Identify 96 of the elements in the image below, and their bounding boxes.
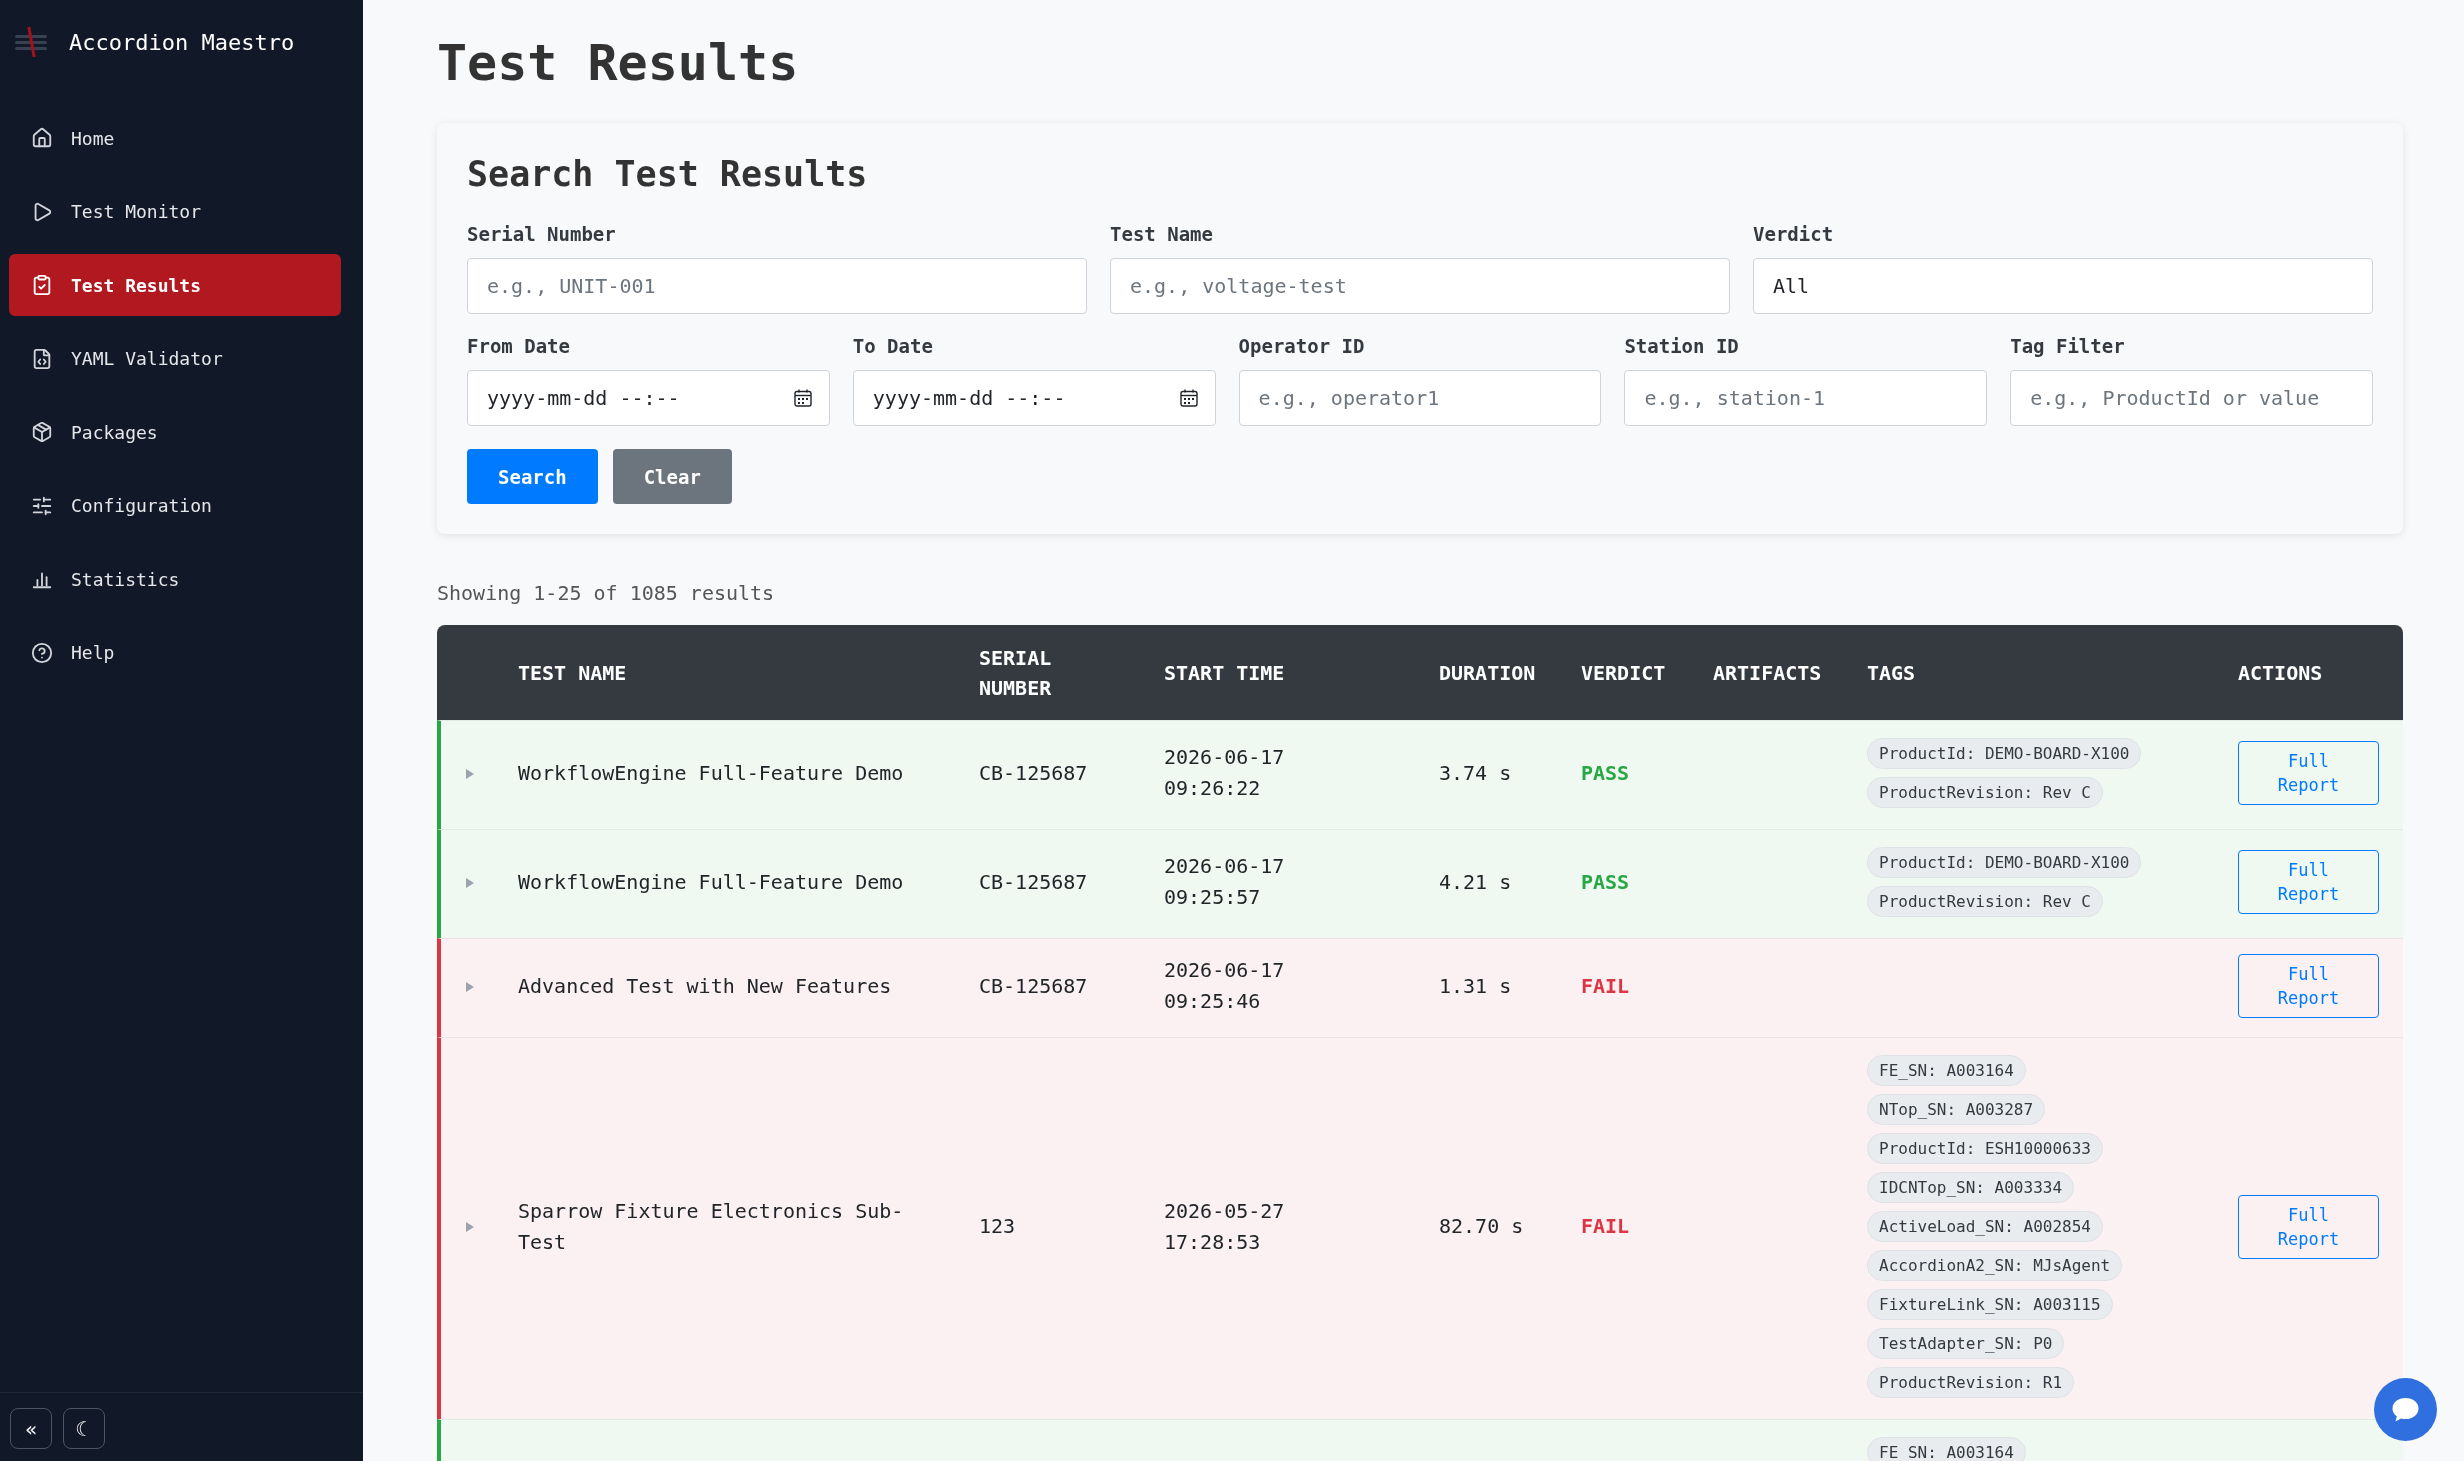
serial-number: 123 <box>979 1213 1016 1240</box>
tag-chip: ProductRevision: Rev C <box>1867 777 2103 808</box>
caret-icon[interactable] <box>464 1221 475 1233</box>
result-row[interactable]: FE_SN: A003164 <box>437 1419 2403 1461</box>
test-name: WorkflowEngine Full-Feature Demo <box>518 759 904 787</box>
file-code-icon <box>31 347 53 370</box>
full-report-button[interactable]: Full Report <box>2238 954 2379 1018</box>
nav-link[interactable]: Home <box>9 107 341 169</box>
tag-chip: ProductId: DEMO-BOARD-X100 <box>1867 847 2142 878</box>
nav-link[interactable]: Configuration <box>9 474 341 537</box>
serial-number: CB-125687 <box>979 759 1088 787</box>
caret-icon[interactable] <box>464 876 475 889</box>
calendar-icon[interactable] <box>1179 389 1198 407</box>
field-label: Operator ID <box>1238 334 1366 359</box>
field-label: From Date <box>467 334 571 359</box>
nav-link[interactable]: Test Monitor <box>9 180 341 243</box>
column-header: ARTIFACTS <box>1712 659 1823 687</box>
collapse-button[interactable]: « <box>10 1408 52 1449</box>
date-input[interactable]: yyyy-mm-dd --:-- <box>852 370 1216 426</box>
chat-icon[interactable] <box>2374 1378 2437 1441</box>
clipboard-check-icon <box>31 274 53 296</box>
text-input[interactable]: e.g., voltage-test <box>1110 258 1730 314</box>
full-report-button[interactable]: Full Report <box>2238 1194 2379 1259</box>
tag-chip: ProductId: DEMO-BOARD-X100 <box>1867 738 2142 769</box>
box-icon <box>31 421 53 443</box>
field-label: Tag Filter <box>2010 334 2126 359</box>
start-time: 2026-05-27 17:28:53 <box>1164 1197 1286 1256</box>
column-header: VERDICT <box>1580 659 1667 687</box>
field-label: To Date <box>852 334 934 359</box>
tag-chip: ProductId: ESH10000633 <box>1867 1133 2103 1164</box>
field-label: Station ID <box>1624 334 1740 359</box>
column-header: TEST NAME <box>517 659 628 687</box>
theme-toggle-button[interactable]: ☾ <box>63 1408 105 1449</box>
field-label: Serial Number <box>467 222 617 247</box>
clear-button[interactable]: Clear <box>612 449 732 504</box>
tag-chip: AccordionA2_SN: MJsAgent <box>1867 1250 2123 1281</box>
text-input[interactable]: e.g., UNIT-001 <box>467 258 1087 314</box>
logo-icon <box>15 27 47 57</box>
panel-title: Search Test Results <box>467 153 869 195</box>
verdict-text: PASS <box>1581 869 1630 894</box>
text-input[interactable]: e.g., ProductId or value <box>2010 370 2373 426</box>
search-button[interactable]: Search <box>467 449 598 504</box>
test-name: Sparrow Fixture Electronics Sub-Test <box>518 1197 905 1256</box>
tag-chip: ProductRevision: Rev C <box>1867 886 2103 917</box>
caret-icon[interactable] <box>464 980 475 993</box>
start-time: 2026-06-17 09:25:46 <box>1164 957 1286 1015</box>
tag-chip: FE_SN: A003164 <box>1867 1437 2026 1461</box>
calendar-icon[interactable] <box>793 389 812 407</box>
tag-chip: FixtureLink_SN: A003115 <box>1867 1289 2113 1320</box>
column-header: START TIME <box>1163 659 1286 687</box>
result-row[interactable]: Advanced Test with New Features CB-125687 2026-06-17 09:25:46 1.31 s FAIL Full Report <box>437 938 2403 1037</box>
field-label: Verdict <box>1753 222 1835 247</box>
sliders-icon <box>31 494 53 517</box>
full-report-button[interactable]: Full Report <box>2238 850 2379 914</box>
result-row[interactable]: WorkflowEngine Full-Feature Demo CB-125687 2026-06-17 09:25:57 4.21 s PASS ProductId: DEMO-BOARD-X100 ProductRevision: Rev C Full Report <box>437 829 2403 938</box>
tag-chip: FE_SN: A003164 <box>1867 1055 2026 1086</box>
column-header: ACTIONS <box>2237 659 2324 687</box>
nav-link[interactable]: Statistics <box>9 548 341 610</box>
tag-chip: ProductRevision: R1 <box>1867 1367 2075 1398</box>
nav-link[interactable]: Test Results <box>9 254 341 316</box>
app-title: Accordion Maestro <box>69 29 295 55</box>
result-row[interactable]: WorkflowEngine Full-Feature Demo CB-125687 2026-06-17 09:26:22 3.74 s PASS ProductId: DEMO-BOARD-X100 ProductRevision: Rev C Full Report <box>437 720 2403 829</box>
nav-link[interactable]: Help <box>9 621 341 684</box>
duration: 3.74 s <box>1439 759 1512 787</box>
test-name: Advanced Test with New Features <box>518 972 892 1000</box>
nav-link[interactable]: Packages <box>9 401 341 463</box>
text-input[interactable]: e.g., station-1 <box>1624 370 1988 426</box>
help-icon <box>31 641 53 664</box>
results-summary: Showing 1-25 of 1085 results <box>437 580 776 607</box>
duration: 4.21 s <box>1439 868 1512 896</box>
date-input[interactable]: yyyy-mm-dd --:-- <box>467 370 830 426</box>
nav-link[interactable]: YAML Validator <box>9 327 341 390</box>
tag-chip: TestAdapter_SN: P0 <box>1867 1328 2065 1359</box>
text-input[interactable]: e.g., operator1 <box>1238 370 1602 426</box>
home-icon <box>31 127 53 149</box>
test-name: WorkflowEngine Full-Feature Demo <box>518 868 904 896</box>
duration: 1.31 s <box>1439 972 1512 1000</box>
serial-number: CB-125687 <box>979 868 1088 896</box>
tag-chip: NTop_SN: A003287 <box>1867 1094 2046 1125</box>
column-header: DURATION <box>1438 659 1537 687</box>
tag-chip: ActiveLoad_SN: A002854 <box>1867 1211 2103 1242</box>
column-header: TAGS <box>1866 659 1917 687</box>
duration: 82.70 s <box>1439 1213 1524 1240</box>
full-report-button[interactable]: Full Report <box>2238 741 2379 805</box>
caret-icon[interactable] <box>464 767 475 780</box>
tag-chip: IDCNTop_SN: A003334 <box>1867 1172 2075 1203</box>
select-field[interactable]: All <box>1753 258 2373 314</box>
page-title: Test Results <box>437 33 800 93</box>
column-header: SERIAL NUMBER <box>978 644 1053 702</box>
verdict-text: FAIL <box>1581 973 1630 998</box>
start-time: 2026-06-17 09:25:57 <box>1164 853 1286 911</box>
field-label: Test Name <box>1110 222 1214 247</box>
verdict-text: FAIL <box>1581 1214 1630 1238</box>
start-time: 2026-06-17 09:26:22 <box>1164 744 1286 802</box>
verdict-text: PASS <box>1581 760 1630 785</box>
serial-number: CB-125687 <box>979 972 1088 1000</box>
